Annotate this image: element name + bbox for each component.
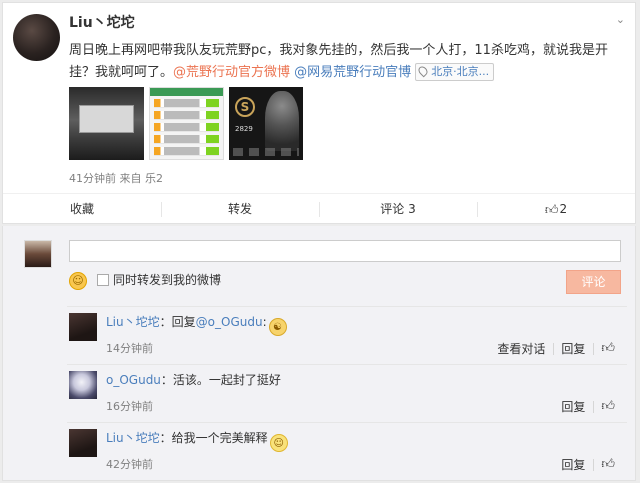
chevron-down-icon[interactable]: ⌄ — [616, 13, 625, 26]
comment-section: ☺ 同时转发到我的微博 评论 Liu丶坨坨：回复@o_OGudu: ☯ 14分钟前… — [2, 226, 636, 481]
character-figure — [265, 91, 299, 151]
comment-item: o_OGudu：活该。一起封了挺好 16分钟前 回复 👍︎ — [67, 364, 627, 422]
repost-label: 同时转发到我的微博 — [113, 273, 222, 287]
thumbs-up-icon[interactable]: 👍︎ — [593, 457, 623, 473]
location-tag[interactable]: 北京·北京... — [415, 63, 495, 81]
commenter-avatar[interactable] — [69, 429, 97, 457]
post-image-2[interactable] — [149, 87, 224, 160]
reply-mention[interactable]: @o_OGudu — [196, 315, 263, 329]
my-avatar — [24, 240, 52, 268]
smile-emoji-icon: ☺ — [269, 434, 288, 452]
reply-button[interactable]: 回复 — [553, 341, 593, 357]
weibo-post-card: Liu丶坨坨 ⌄ 周日晚上再网吧带我队友玩荒野pc，我对象先挂的，然后我一个人打… — [2, 2, 636, 224]
comment-time: 42分钟前 — [106, 458, 153, 471]
repost-checkbox[interactable] — [97, 274, 109, 286]
author-avatar[interactable] — [13, 14, 60, 61]
comment-button[interactable]: 评论 3 — [319, 194, 477, 224]
thumbs-up-icon: 👍︎ — [544, 203, 559, 218]
commenter-avatar[interactable] — [69, 371, 97, 399]
commenter-avatar[interactable] — [69, 313, 97, 341]
action-bar: 收藏 转发 评论 3 👍︎2 — [3, 193, 635, 224]
post-image-1[interactable] — [69, 87, 144, 160]
mention-netease-weibo[interactable]: @网易荒野行动官博 — [294, 65, 411, 80]
view-conversation-button[interactable]: 查看对话 — [489, 341, 553, 357]
comment-item: Liu丶坨坨：给我一个完美解释 ☺ 42分钟前 回复 👍︎ — [67, 422, 627, 480]
reply-button[interactable]: 回复 — [553, 457, 593, 473]
comment-list: Liu丶坨坨：回复@o_OGudu: ☯ 14分钟前 查看对话 回复 👍︎ o_O… — [67, 306, 627, 480]
monitor-screen — [79, 105, 134, 133]
comment-input[interactable] — [69, 240, 621, 262]
map-pin-icon — [416, 64, 430, 78]
like-count: 2 — [559, 202, 568, 216]
comment-time: 14分钟前 — [106, 342, 153, 355]
praying-hands-emoji-icon: ☯ — [268, 318, 287, 336]
author-name[interactable]: Liu丶坨坨 — [69, 12, 135, 32]
comment-item: Liu丶坨坨：回复@o_OGudu: ☯ 14分钟前 查看对话 回复 👍︎ — [67, 306, 627, 364]
post-meta: 41分钟前 来自 乐2 — [69, 172, 163, 185]
thumbs-up-icon[interactable]: 👍︎ — [593, 341, 623, 357]
favorite-button[interactable]: 收藏 — [3, 194, 161, 224]
rank-badge: S — [235, 97, 255, 117]
thumbs-up-icon[interactable]: 👍︎ — [593, 399, 623, 415]
commenter-name[interactable]: o_OGudu — [106, 373, 161, 387]
reply-button[interactable]: 回复 — [553, 399, 593, 415]
score-number: 2829 — [235, 125, 253, 133]
repost-button[interactable]: 转发 — [161, 194, 319, 224]
comment-time: 16分钟前 — [106, 400, 153, 413]
like-button[interactable]: 👍︎2 — [477, 194, 635, 224]
post-text: 周日晚上再网吧带我队友玩荒野pc，我对象先挂的，然后我一个人打，11杀吃鸡，就说… — [69, 40, 629, 84]
location-text: 北京·北京... — [431, 65, 490, 78]
commenter-name[interactable]: Liu丶坨坨 — [106, 431, 160, 445]
commenter-name[interactable]: Liu丶坨坨 — [106, 315, 160, 329]
submit-comment-button[interactable]: 评论 — [566, 270, 621, 294]
smiley-icon[interactable]: ☺ — [69, 272, 87, 290]
mention-official-weibo[interactable]: @荒野行动官方微博 — [173, 65, 290, 80]
post-image-3[interactable]: S 2829 — [229, 87, 303, 160]
